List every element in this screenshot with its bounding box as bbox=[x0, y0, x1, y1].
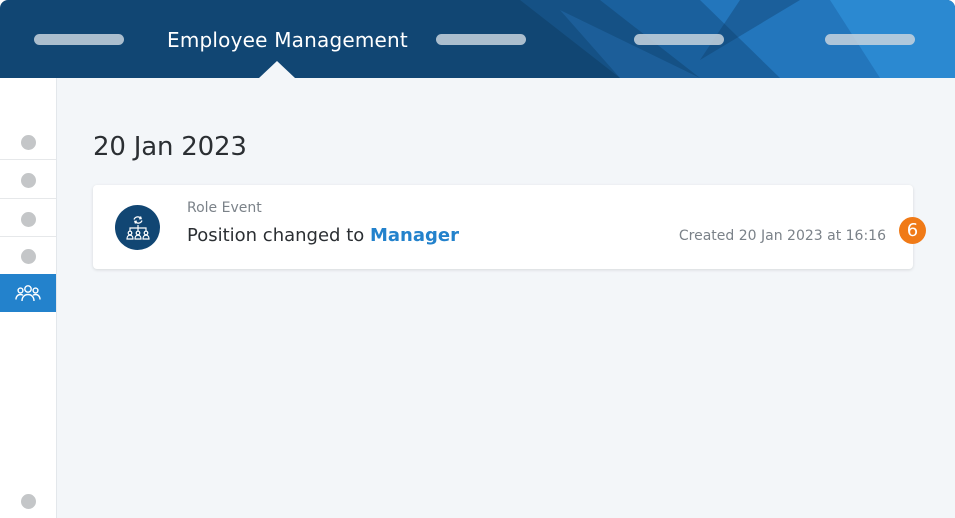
dot-icon bbox=[20, 493, 36, 509]
event-created-timestamp: Created 20 Jan 2023 at 16:16 bbox=[678, 228, 886, 244]
active-nav-caret bbox=[259, 61, 295, 78]
app-window: Employee Management 20 Jan 2023 Role Eve… bbox=[0, 0, 955, 518]
nav-item-employee-management[interactable]: Employee Management bbox=[167, 28, 408, 52]
sidebar-item-bottom[interactable] bbox=[0, 482, 56, 518]
role-hierarchy-icon bbox=[115, 205, 160, 250]
count-badge: 6 bbox=[899, 217, 926, 244]
nav-item-placeholder-4[interactable] bbox=[825, 34, 915, 45]
nav-item-placeholder-3[interactable] bbox=[634, 34, 724, 45]
nav-item-placeholder-2[interactable] bbox=[436, 34, 526, 45]
dot-icon bbox=[20, 172, 36, 188]
top-navigation-bar: Employee Management bbox=[0, 0, 955, 78]
sidebar-item-1[interactable] bbox=[0, 123, 56, 161]
sidebar-item-4[interactable] bbox=[0, 237, 56, 275]
dot-icon bbox=[20, 248, 36, 264]
event-description: Position changed to Manager bbox=[187, 225, 459, 246]
sidebar-divider bbox=[0, 159, 56, 160]
date-heading: 20 Jan 2023 bbox=[93, 132, 247, 162]
sidebar bbox=[0, 78, 57, 518]
event-card[interactable]: Role Event Position changed to Manager C… bbox=[93, 185, 913, 269]
sidebar-divider bbox=[0, 198, 56, 199]
dot-icon bbox=[20, 134, 36, 150]
people-icon bbox=[15, 285, 41, 302]
event-type-label: Role Event bbox=[187, 200, 262, 216]
sidebar-item-3[interactable] bbox=[0, 200, 56, 238]
event-text-prefix: Position changed to bbox=[187, 225, 370, 246]
dot-icon bbox=[20, 211, 36, 227]
nav-item-placeholder-1[interactable] bbox=[34, 34, 124, 45]
event-position-link[interactable]: Manager bbox=[370, 225, 459, 246]
sidebar-item-people[interactable] bbox=[0, 274, 56, 312]
sidebar-item-2[interactable] bbox=[0, 161, 56, 199]
